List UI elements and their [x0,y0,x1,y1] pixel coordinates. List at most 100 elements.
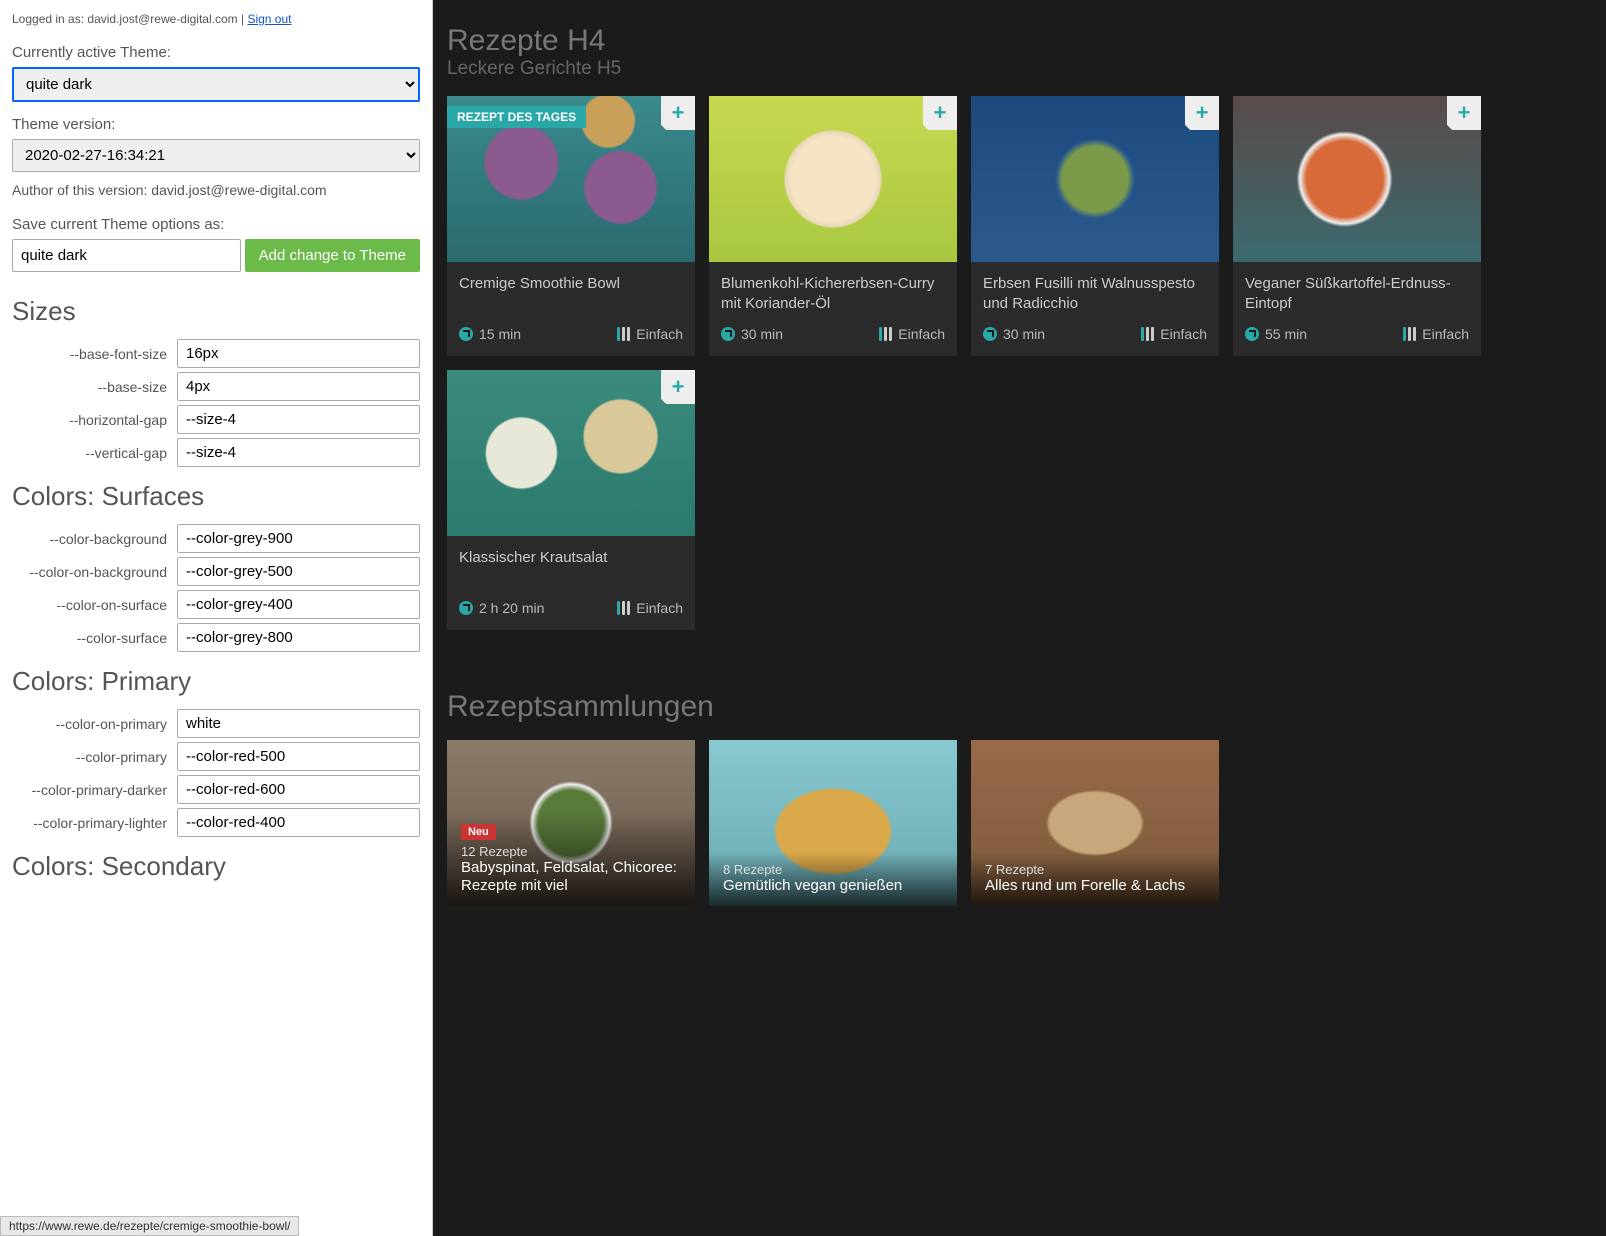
login-email: david.jost@rewe-digital.com [87,12,237,26]
collection-title: Babyspinat, Feldsalat, Chicoree: Rezepte… [461,859,681,897]
plus-icon: + [1458,100,1471,126]
save-as-label: Save current Theme options as: [12,216,420,233]
recipe-difficulty: Einfach [1160,326,1207,342]
prop-label: --color-primary-lighter [12,815,177,831]
recipe-difficulty: Einfach [636,600,683,616]
prop-label: --vertical-gap [12,445,177,461]
active-theme-select[interactable]: quite dark [12,67,420,102]
active-theme-label: Currently active Theme: [12,44,420,61]
prop-label: --color-on-surface [12,597,177,613]
collection-cards: Neu 12 RezepteBabyspinat, Feldsalat, Chic… [447,740,1592,906]
prop-input[interactable] [177,372,420,401]
difficulty-icon [1141,327,1154,341]
clock-icon [459,601,473,615]
recipe-title: Veganer Süßkartoffel-Erdnuss-Eintopf [1245,274,1469,316]
difficulty-icon [1403,327,1416,341]
prop-input[interactable] [177,438,420,467]
recipe-card[interactable]: +Blumenkohl-Kichererbsen-Curry mit Koria… [709,96,957,356]
recipe-time: 30 min [741,326,783,342]
login-line: Logged in as: david.jost@rewe-digital.co… [12,12,420,26]
add-change-button[interactable]: Add change to Theme [245,239,420,272]
plus-icon: + [672,374,685,400]
plus-icon: + [1196,100,1209,126]
collection-card[interactable]: 7 RezepteAlles rund um Forelle & Lachs [971,740,1219,906]
recipe-card[interactable]: + Klassischer Krautsalat 2 h 20 min Einfach [447,370,695,630]
author-line: Author of this version: david.jost@rewe-… [12,182,420,198]
preview-panel: Rezepte H4 Leckere Gerichte H5 REZEPT DE… [433,0,1606,1236]
save-as-input[interactable] [12,239,241,272]
clock-icon [983,327,997,341]
login-prefix: Logged in as: [12,12,87,26]
difficulty-icon [879,327,892,341]
clock-icon [1245,327,1259,341]
recipe-title: Erbsen Fusilli mit Walnusspesto und Radi… [983,274,1207,316]
recipe-time: 55 min [1265,326,1307,342]
prop-input[interactable] [177,557,420,586]
prop-input[interactable] [177,590,420,619]
prop-input[interactable] [177,524,420,553]
difficulty-icon [617,327,630,341]
new-badge: Neu [461,824,496,840]
prop-input[interactable] [177,405,420,434]
prop-input[interactable] [177,709,420,738]
section-heading: Colors: Surfaces [12,481,420,512]
prop-label: --base-size [12,379,177,395]
prop-row: --base-size [12,372,420,401]
recipe-time: 2 h 20 min [479,600,544,616]
prop-label: --horizontal-gap [12,412,177,428]
prop-label: --color-primary [12,749,177,765]
prop-input[interactable] [177,339,420,368]
theme-version-select[interactable]: 2020-02-27-16:34:21 [12,139,420,172]
signout-link[interactable]: Sign out [247,12,291,26]
prop-row: --vertical-gap [12,438,420,467]
add-recipe-button[interactable]: + [1447,96,1481,130]
recipe-image: + [1233,96,1481,262]
prop-label: --base-font-size [12,346,177,362]
collection-card[interactable]: Neu 12 RezepteBabyspinat, Feldsalat, Chic… [447,740,695,906]
collection-card[interactable]: 8 RezepteGemütlich vegan genießen [709,740,957,906]
theme-version-label: Theme version: [12,116,420,133]
add-recipe-button[interactable]: + [661,96,695,130]
recipe-title: Cremige Smoothie Bowl [459,274,683,316]
clock-icon [721,327,735,341]
recipe-card[interactable]: + Erbsen Fusilli mit Walnusspesto und Rad… [971,96,1219,356]
recipe-card[interactable]: REZEPT DES TAGES+Cremige Smoothie Bowl15… [447,96,695,356]
prop-label: --color-surface [12,630,177,646]
recipe-cards: REZEPT DES TAGES+Cremige Smoothie Bowl15… [447,96,1592,630]
plus-icon: + [672,100,685,126]
prop-row: --color-on-primary [12,709,420,738]
collection-count: 7 Rezepte [985,862,1205,877]
prop-label: --color-primary-darker [12,782,177,798]
recipe-card[interactable]: + Veganer Süßkartoffel-Erdnuss-Eintopf 55 … [1233,96,1481,356]
recipe-title: Klassischer Krautsalat [459,548,683,590]
recipe-difficulty: Einfach [1422,326,1469,342]
collection-count: 8 Rezepte [723,862,943,877]
recipe-image: + [971,96,1219,262]
prop-row: --color-on-surface [12,590,420,619]
prop-input[interactable] [177,742,420,771]
status-bar: https://www.rewe.de/rezepte/cremige-smoo… [0,1216,299,1236]
recipe-difficulty: Einfach [636,326,683,342]
prop-row: --color-primary [12,742,420,771]
prop-input[interactable] [177,623,420,652]
prop-row: --color-background [12,524,420,553]
prop-input[interactable] [177,775,420,804]
section-heading: Colors: Secondary [12,851,420,882]
add-recipe-button[interactable]: + [1185,96,1219,130]
prop-row: --color-primary-lighter [12,808,420,837]
recipe-difficulty: Einfach [898,326,945,342]
login-sep: | [238,12,248,26]
recipes-subheading: Leckere Gerichte H5 [447,58,1592,80]
prop-label: --color-on-primary [12,716,177,732]
prop-row: --color-surface [12,623,420,652]
collections-heading: Rezeptsammlungen [447,690,1592,724]
prop-row: --horizontal-gap [12,405,420,434]
collection-count: 12 Rezepte [461,844,681,859]
plus-icon: + [934,100,947,126]
add-recipe-button[interactable]: + [661,370,695,404]
collection-title: Gemütlich vegan genießen [723,877,943,896]
prop-input[interactable] [177,808,420,837]
prop-row: --base-font-size [12,339,420,368]
recipe-image: REZEPT DES TAGES+ [447,96,695,262]
add-recipe-button[interactable]: + [923,96,957,130]
